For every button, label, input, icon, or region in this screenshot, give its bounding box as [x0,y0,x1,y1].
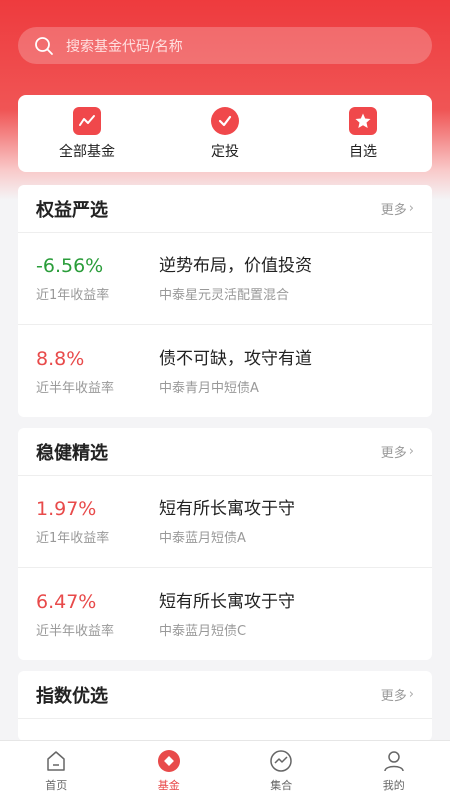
section-header: 稳健精选 更多 › [18,428,432,476]
section-title: 稳健精选 [36,442,108,464]
fund-row[interactable]: 1.97% 近1年收益率 短有所长寓攻于守 中泰蓝月短债A [18,476,432,568]
more-label: 更多 [380,446,407,461]
fund-slogan: 债不可缺，攻守有道 [159,348,312,369]
section-title: 指数优选 [36,685,108,707]
section-equity: 权益严选 更多 › -6.56% 近1年收益率 逆势布局，价值投资 中泰星元灵活配… [18,185,432,417]
alarm-clock-icon [211,106,239,135]
section-title: 权益严选 [36,199,108,221]
user-icon [384,750,404,771]
quick-label: 全部基金 [59,143,115,160]
fund-name: 中泰星元灵活配置混合 [159,288,290,303]
section-index: 指数优选 更多 › [18,671,432,741]
fund-name: 中泰蓝月短债A [159,531,246,546]
more-link[interactable]: 更多 › [381,442,414,461]
chevron-right-icon: › [408,201,414,216]
return-rate: 8.8% [36,347,85,370]
fund-name: 中泰青月中短债A [159,380,259,396]
chevron-right-icon: › [408,687,414,702]
fund-slogan: 短有所长寓攻于守 [159,499,295,519]
tab-label: 我的 [382,778,405,792]
return-rate: 1.97% [36,498,97,520]
tab-home[interactable]: 首页 [16,749,96,793]
search-icon [35,36,53,55]
tab-fund[interactable]: 基金 [129,749,209,793]
fund-row[interactable]: 6.47% 近半年收益率 短有所长寓攻于守 中泰蓝月短债C [18,568,432,660]
return-rate-label: 近半年收益率 [36,380,115,396]
fund-slogan: 逆势布局，价值投资 [159,256,312,276]
fund-row[interactable]: 8.8% 近半年收益率 债不可缺，攻守有道 中泰青月中短债A [18,325,432,417]
quick-fixed-invest[interactable]: 定投 [170,106,280,161]
tab-mine[interactable]: 我的 [354,749,434,793]
bottom-tab-bar: 首页 基金 集合 我的 [0,740,450,800]
quick-all-funds[interactable]: 全部基金 [32,106,142,161]
quick-label: 自选 [349,143,377,160]
section-header: 权益严选 更多 › [18,185,432,233]
section-header: 指数优选 更多 › [18,671,432,719]
quick-label: 定投 [211,143,239,160]
more-label: 更多 [380,689,407,704]
star-icon [349,106,377,135]
fund-row[interactable]: -6.56% 近1年收益率 逆势布局，价值投资 中泰星元灵活配置混合 [18,233,432,325]
return-rate: -6.56% [36,255,104,277]
collection-icon [270,749,292,772]
return-rate-label: 近半年收益率 [36,623,115,639]
tab-collection[interactable]: 集合 [241,749,321,793]
return-rate-label: 近1年收益率 [36,288,110,303]
tab-label: 基金 [157,778,180,792]
search-placeholder: 搜索基金代码/名称 [66,38,183,55]
return-rate: 6.47% [36,590,97,613]
fund-slogan: 短有所长寓攻于守 [159,591,295,612]
chevron-right-icon: › [408,444,414,459]
tab-label: 集合 [270,778,293,792]
return-rate-label: 近1年收益率 [36,531,110,546]
more-label: 更多 [380,203,407,218]
chart-icon [73,106,101,135]
section-stable: 稳健精选 更多 › 1.97% 近1年收益率 短有所长寓攻于守 中泰蓝月短债A 6… [18,428,432,660]
quick-watchlist[interactable]: 自选 [308,106,418,161]
tab-label: 首页 [45,778,68,792]
fund-icon [157,749,180,772]
fund-name: 中泰蓝月短债C [159,623,247,639]
home-icon [47,750,65,771]
more-link[interactable]: 更多 › [381,685,414,704]
search-input[interactable]: 搜索基金代码/名称 [18,27,432,64]
more-link[interactable]: 更多 › [381,199,414,218]
quick-entry-card: 全部基金 定投 自选 [18,95,432,172]
